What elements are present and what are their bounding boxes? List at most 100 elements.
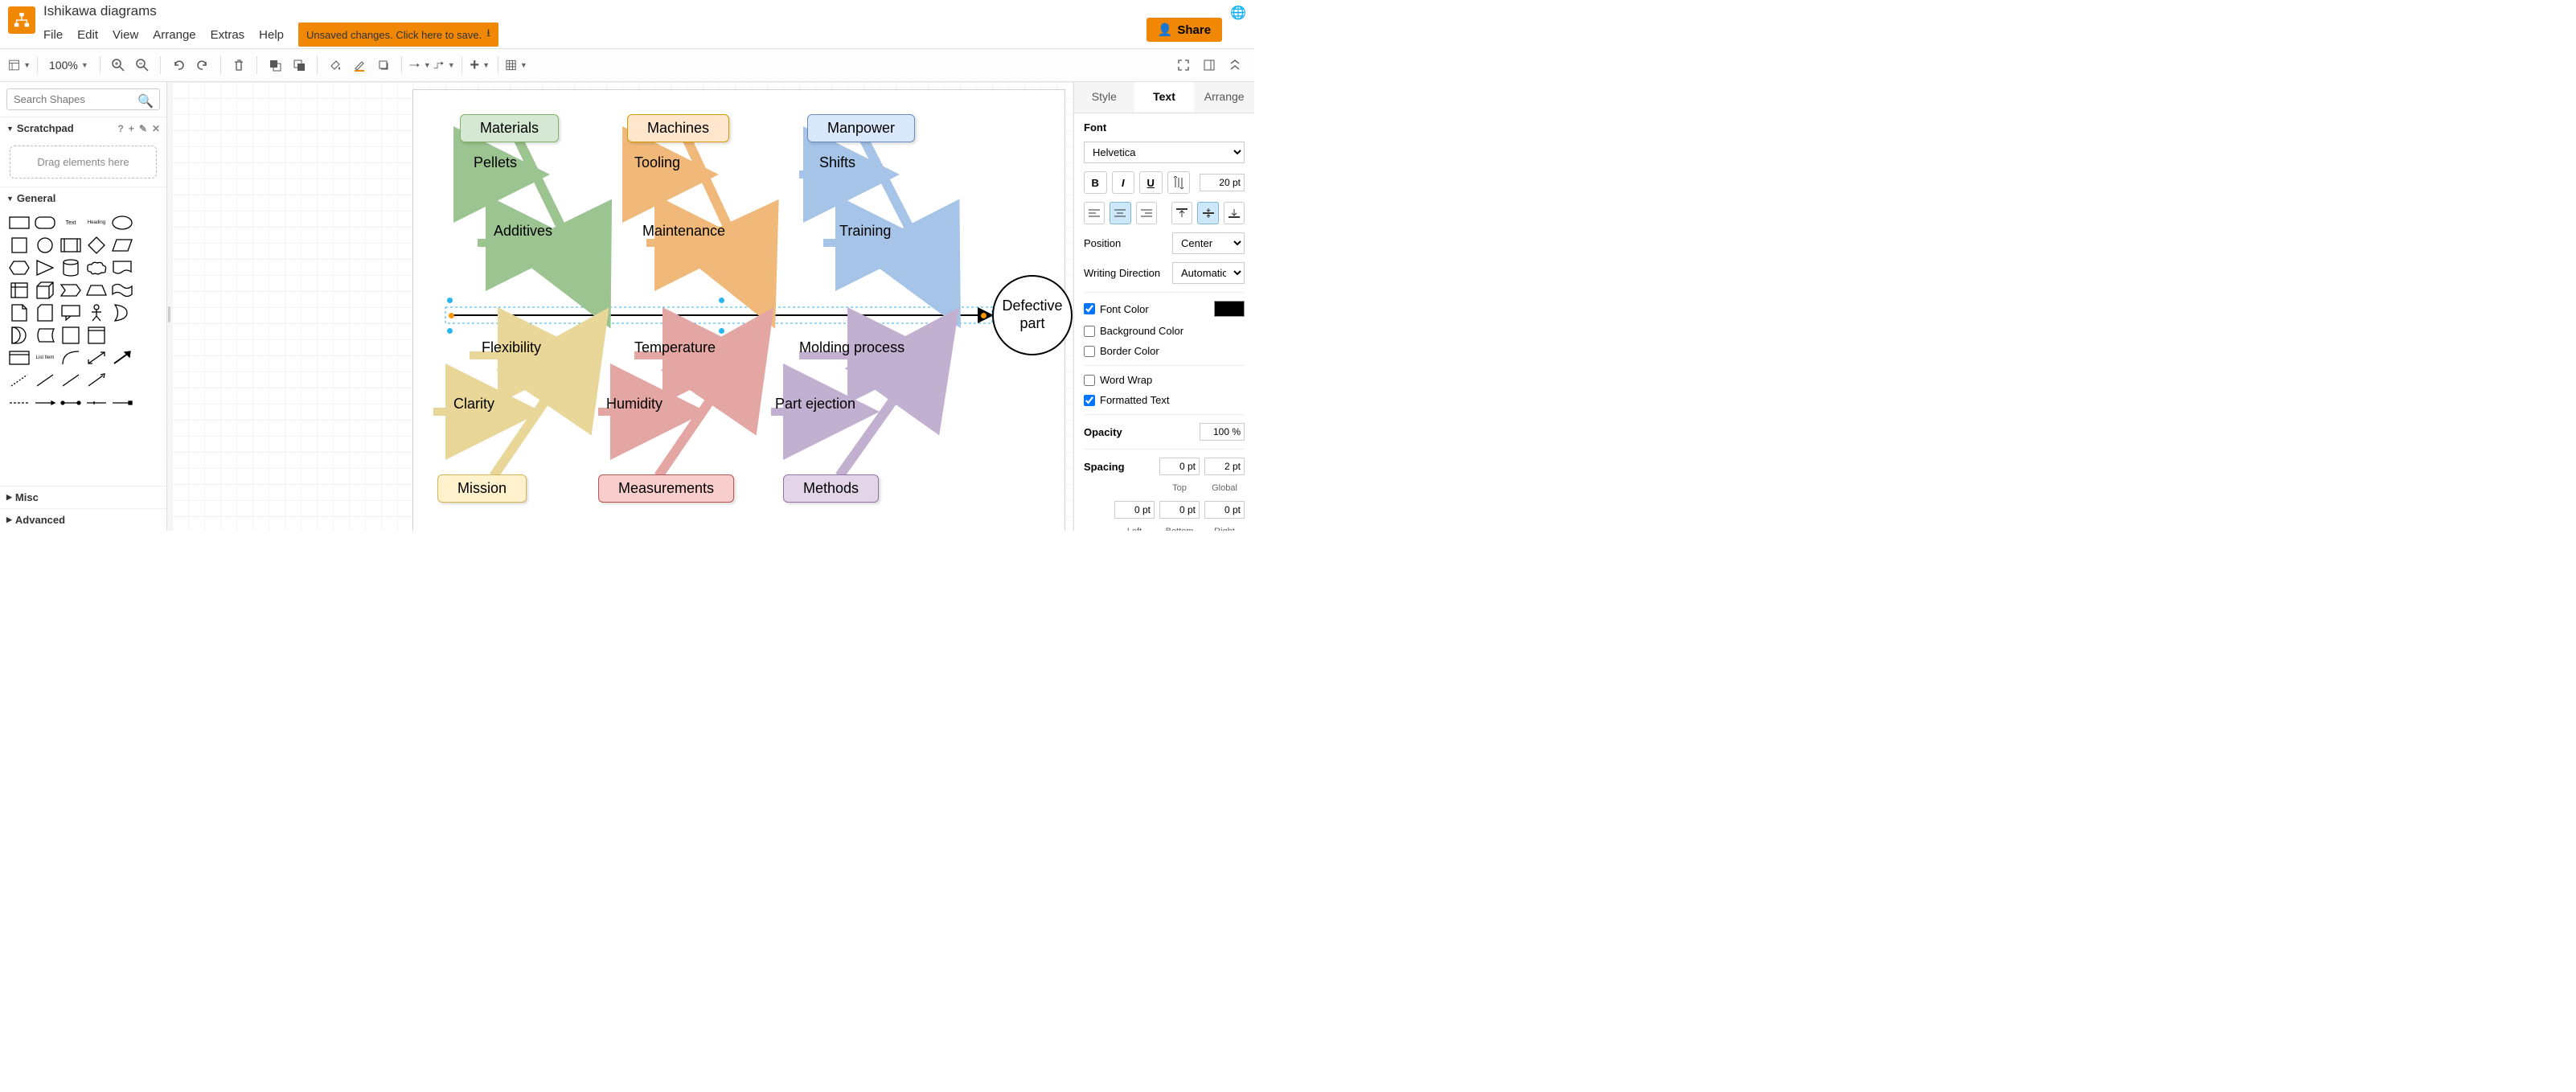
cause-flexibility[interactable]: Flexibility: [482, 339, 541, 356]
writing-dir-select[interactable]: Automatic: [1172, 262, 1245, 284]
category-machines[interactable]: Machines: [627, 114, 729, 142]
advanced-section-header[interactable]: ▶Advanced: [0, 508, 166, 531]
shape-callout[interactable]: [59, 304, 82, 322]
cause-ejection[interactable]: Part ejection: [775, 396, 855, 413]
help-icon[interactable]: ?: [118, 123, 124, 134]
shape-ellipse[interactable]: [111, 214, 133, 232]
shape-curve[interactable]: [59, 349, 82, 367]
word-wrap-check[interactable]: Word Wrap: [1084, 374, 1245, 386]
zoom-in-button[interactable]: [107, 54, 129, 76]
page-view-button[interactable]: ▼: [8, 54, 31, 76]
spacing-global-input[interactable]: [1204, 458, 1245, 475]
delete-button[interactable]: [228, 54, 250, 76]
shape-note[interactable]: [8, 304, 31, 322]
category-mission[interactable]: Mission: [437, 474, 527, 503]
shape-list[interactable]: [8, 349, 31, 367]
fullscreen-button[interactable]: [1172, 54, 1195, 76]
shape-step[interactable]: [59, 281, 82, 299]
shape-container[interactable]: [59, 326, 82, 344]
cause-additives[interactable]: Additives: [494, 223, 552, 240]
shape-link3[interactable]: [59, 394, 82, 412]
endpoint-handle[interactable]: [981, 313, 987, 318]
shape-diamond[interactable]: [85, 236, 108, 254]
font-color-check[interactable]: Font Color: [1084, 303, 1149, 315]
shape-link4[interactable]: [85, 394, 108, 412]
align-center-button[interactable]: [1110, 202, 1130, 224]
shape-line[interactable]: [34, 372, 56, 389]
shape-dashed-line[interactable]: [8, 372, 31, 389]
undo-button[interactable]: [167, 54, 190, 76]
shape-tape[interactable]: [111, 281, 133, 299]
close-icon[interactable]: ✕: [152, 123, 160, 134]
format-panel-button[interactable]: [1198, 54, 1220, 76]
align-left-button[interactable]: [1084, 202, 1105, 224]
save-notice[interactable]: Unsaved changes. Click here to save. ⭳: [298, 23, 498, 47]
shape-text[interactable]: Text: [59, 214, 82, 232]
shape-card[interactable]: [34, 304, 56, 322]
shape-circle[interactable]: [34, 236, 56, 254]
font-size-input[interactable]: [1200, 174, 1245, 191]
redo-button[interactable]: [191, 54, 214, 76]
bold-button[interactable]: B: [1084, 171, 1107, 194]
share-button[interactable]: 👤 Share: [1146, 18, 1222, 42]
border-color-check[interactable]: Border Color: [1084, 345, 1245, 357]
shape-triangle[interactable]: [34, 259, 56, 277]
shape-and[interactable]: [8, 326, 31, 344]
opacity-input[interactable]: [1200, 423, 1245, 441]
cause-humidity[interactable]: Humidity: [606, 396, 662, 413]
zoom-level[interactable]: 100%▼: [44, 59, 93, 72]
cause-molding[interactable]: Molding process: [799, 339, 904, 356]
fill-color-button[interactable]: [324, 54, 347, 76]
cause-shifts[interactable]: Shifts: [819, 154, 855, 171]
valign-bottom-button[interactable]: [1224, 202, 1245, 224]
scratchpad-header[interactable]: ▼ Scratchpad ? + ✎ ✕: [0, 117, 166, 139]
italic-button[interactable]: I: [1112, 171, 1135, 194]
endpoint-handle[interactable]: [449, 313, 454, 318]
category-materials[interactable]: Materials: [460, 114, 559, 142]
shape-line2[interactable]: [59, 372, 82, 389]
shape-trapezoid[interactable]: [85, 281, 108, 299]
formatted-check[interactable]: Formatted Text: [1084, 394, 1245, 406]
collapse-button[interactable]: [1224, 54, 1246, 76]
shape-cylinder[interactable]: [59, 259, 82, 277]
menu-edit[interactable]: Edit: [77, 28, 98, 42]
connection-button[interactable]: ▼: [408, 54, 431, 76]
shape-list-item[interactable]: List Item: [34, 349, 56, 367]
underline-button[interactable]: U: [1139, 171, 1163, 194]
spacing-right-input[interactable]: [1204, 501, 1245, 519]
menu-arrange[interactable]: Arrange: [153, 28, 195, 42]
line-color-button[interactable]: [348, 54, 371, 76]
shape-square[interactable]: [8, 236, 31, 254]
shadow-button[interactable]: [372, 54, 395, 76]
shape-rounded-rect[interactable]: [34, 214, 56, 232]
selection-handle[interactable]: [447, 298, 453, 303]
table-button[interactable]: ▼: [505, 54, 527, 76]
menu-file[interactable]: File: [43, 28, 63, 42]
insert-button[interactable]: +▼: [469, 54, 491, 76]
shape-link1[interactable]: [8, 394, 31, 412]
font-select[interactable]: Helvetica: [1084, 142, 1245, 163]
shape-hexagon[interactable]: [8, 259, 31, 277]
shape-cube[interactable]: [34, 281, 56, 299]
spacing-bottom-input[interactable]: [1159, 501, 1200, 519]
to-back-button[interactable]: [288, 54, 310, 76]
valign-middle-button[interactable]: [1197, 202, 1218, 224]
cause-pellets[interactable]: Pellets: [474, 154, 517, 171]
waypoints-button[interactable]: ▼: [433, 54, 455, 76]
shape-frame[interactable]: [85, 326, 108, 344]
tab-text[interactable]: Text: [1134, 82, 1195, 113]
cause-tooling[interactable]: Tooling: [634, 154, 680, 171]
shape-link2[interactable]: [34, 394, 56, 412]
to-front-button[interactable]: [264, 54, 286, 76]
shape-or[interactable]: [111, 304, 133, 322]
add-icon[interactable]: +: [129, 123, 134, 134]
menu-help[interactable]: Help: [259, 28, 284, 42]
vertical-text-button[interactable]: [1167, 171, 1191, 194]
shape-cloud[interactable]: [85, 259, 108, 277]
selection-handle[interactable]: [719, 328, 724, 334]
shape-dir-line[interactable]: [85, 372, 108, 389]
shape-bidir-arrow[interactable]: [85, 349, 108, 367]
valign-top-button[interactable]: [1171, 202, 1192, 224]
position-select[interactable]: Center: [1172, 232, 1245, 254]
shape-link5[interactable]: [111, 394, 133, 412]
